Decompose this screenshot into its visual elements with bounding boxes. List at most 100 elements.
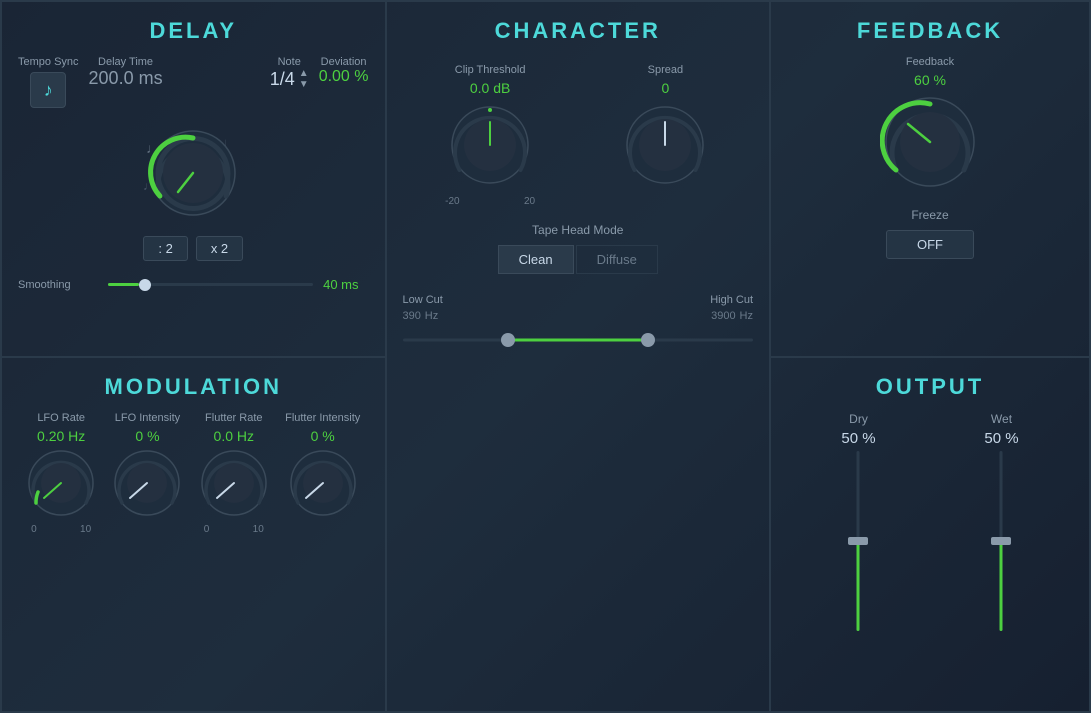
output-title: OUTPUT: [787, 374, 1073, 400]
clip-scale: -20 20: [445, 196, 535, 207]
filter-slider[interactable]: [403, 330, 754, 350]
spread-group: Spread 0: [620, 64, 710, 207]
flutter-scale-max: 10: [253, 524, 264, 535]
delay-time-value: 200.0 ms: [89, 68, 163, 89]
clip-scale-min: -20: [445, 196, 459, 207]
lfo-intensity-group: LFO Intensity 0 %: [112, 412, 182, 518]
flutter-intensity-knob[interactable]: [288, 448, 358, 518]
wet-fader-handle[interactable]: [991, 537, 1011, 545]
wet-fader[interactable]: [991, 451, 1011, 631]
delay-time-section: Delay Time 200.0 ms: [89, 56, 163, 89]
feedback-panel: FEEDBACK Feedback 60 % Freeze OFF: [770, 1, 1090, 357]
mode-buttons: Clean Diffuse: [403, 245, 754, 274]
tape-head-mode: Tape Head Mode Clean Diffuse: [403, 223, 754, 274]
wet-label: Wet: [991, 412, 1012, 426]
wet-fader-group: Wet 50 %: [984, 412, 1018, 631]
smoothing-value: 40 ms: [323, 277, 358, 292]
divide-buttons: : 2 x 2: [18, 236, 369, 261]
feedback-knob[interactable]: [880, 92, 980, 192]
clip-scale-max: 20: [524, 196, 535, 207]
smoothing-label: Smoothing: [18, 279, 98, 291]
high-cut-label: High Cut: [710, 294, 753, 306]
modulation-title: MODULATION: [18, 374, 369, 400]
delay-knob[interactable]: [138, 118, 248, 228]
low-cut-value: 390 Hz: [403, 306, 443, 322]
deviation-value: 0.00 %: [319, 68, 369, 86]
freeze-section: Freeze OFF: [787, 208, 1073, 259]
clip-threshold-knob[interactable]: [445, 100, 535, 190]
delay-top: Tempo Sync ♪ Delay Time 200.0 ms Note 1/…: [18, 56, 369, 108]
delay-title: DELAY: [18, 18, 369, 44]
lfo-intensity-label: LFO Intensity: [115, 412, 180, 424]
tempo-sync-button[interactable]: ♪: [30, 72, 66, 108]
lfo-scale-min: 0: [31, 524, 37, 535]
clip-threshold-label: Clip Threshold: [455, 64, 526, 76]
flutter-intensity-value: 0 %: [311, 428, 335, 444]
low-cut-group: Low Cut 390 Hz: [403, 294, 443, 322]
spread-knob[interactable]: [620, 100, 710, 190]
mode-diffuse-button[interactable]: Diffuse: [576, 245, 658, 274]
music-note-icon: ♪: [44, 80, 53, 101]
smoothing-row: Smoothing 40 ms: [18, 277, 369, 292]
wet-value: 50 %: [984, 430, 1018, 447]
dry-fader[interactable]: [848, 451, 868, 631]
freeze-label: Freeze: [911, 208, 948, 222]
dry-fader-handle[interactable]: [848, 537, 868, 545]
flutter-intensity-label: Flutter Intensity: [285, 412, 360, 424]
delay-main: ♩ ♪ ♩ 𝅗𝅥 𝅝 ♩: [18, 118, 369, 228]
lfo-intensity-value: 0 %: [135, 428, 159, 444]
feedback-value: 60 %: [914, 72, 946, 88]
feedback-title: FEEDBACK: [787, 18, 1073, 44]
note-arrows[interactable]: ▲▼: [299, 68, 309, 90]
high-cut-handle[interactable]: [641, 333, 655, 347]
note-value: 1/4 ▲▼: [270, 68, 309, 90]
lfo-rate-knob[interactable]: [26, 448, 96, 518]
deviation-section: Deviation 0.00 %: [319, 56, 369, 86]
flutter-rate-group: Flutter Rate 0.0 Hz 0 10: [199, 412, 269, 535]
delay-knob-wrapper: ♩ ♪ ♩ 𝅗𝅥 𝅝 ♩: [138, 118, 248, 228]
delay-time-label: Delay Time: [98, 56, 153, 68]
tempo-sync-label: Tempo Sync: [18, 56, 79, 68]
deviation-label: Deviation: [321, 56, 367, 68]
lfo-rate-scale: 0 10: [31, 524, 91, 535]
output-panel: OUTPUT Dry 50 % Wet 50 %: [770, 357, 1090, 713]
tempo-sync: Tempo Sync ♪: [18, 56, 79, 108]
note-number: 1/4: [270, 69, 295, 90]
note-section: Note 1/4 ▲▼: [270, 56, 309, 90]
high-cut-group: High Cut 3900 Hz: [710, 294, 753, 322]
filter-row: Low Cut 390 Hz High Cut 3900 Hz: [403, 294, 754, 322]
flutter-rate-knob[interactable]: [199, 448, 269, 518]
high-cut-value: 3900 Hz: [710, 306, 753, 322]
flutter-rate-label: Flutter Rate: [205, 412, 262, 424]
plugin-container: DELAY Tempo Sync ♪ Delay Time 200.0 ms N…: [0, 0, 1091, 713]
divide-half-button[interactable]: : 2: [143, 236, 187, 261]
flutter-scale-min: 0: [204, 524, 210, 535]
character-panel: CHARACTER Clip Threshold 0.0 dB -20 20: [386, 1, 771, 712]
lfo-rate-value: 0.20 Hz: [37, 428, 85, 444]
lfo-intensity-knob[interactable]: [112, 448, 182, 518]
low-cut-label: Low Cut: [403, 294, 443, 306]
low-cut-handle[interactable]: [501, 333, 515, 347]
filter-section: Low Cut 390 Hz High Cut 3900 Hz: [403, 294, 754, 350]
spread-label: Spread: [648, 64, 683, 76]
lfo-rate-group: LFO Rate 0.20 Hz 0 10: [26, 412, 96, 535]
character-knobs: Clip Threshold 0.0 dB -20 20 Spread: [403, 64, 754, 207]
note-label: Note: [278, 56, 301, 68]
flutter-rate-scale: 0 10: [204, 524, 264, 535]
modulation-panel: MODULATION LFO Rate 0.20 Hz 0 10: [1, 357, 386, 713]
feedback-label: Feedback: [906, 56, 954, 68]
smoothing-slider[interactable]: [108, 283, 313, 286]
dry-fader-group: Dry 50 %: [841, 412, 875, 631]
lfo-scale-max: 10: [80, 524, 91, 535]
lfo-rate-label: LFO Rate: [37, 412, 85, 424]
tape-head-label: Tape Head Mode: [403, 223, 754, 237]
multiply-two-button[interactable]: x 2: [196, 236, 243, 261]
freeze-button[interactable]: OFF: [886, 230, 974, 259]
mode-clean-button[interactable]: Clean: [498, 245, 574, 274]
character-title: CHARACTER: [403, 18, 754, 44]
flutter-rate-value: 0.0 Hz: [214, 428, 254, 444]
output-faders: Dry 50 % Wet 50 %: [787, 412, 1073, 631]
mod-knobs: LFO Rate 0.20 Hz 0 10 LFO Int: [18, 412, 369, 535]
feedback-knob-group: Feedback 60 %: [787, 56, 1073, 192]
clip-threshold-value: 0.0 dB: [470, 80, 510, 96]
